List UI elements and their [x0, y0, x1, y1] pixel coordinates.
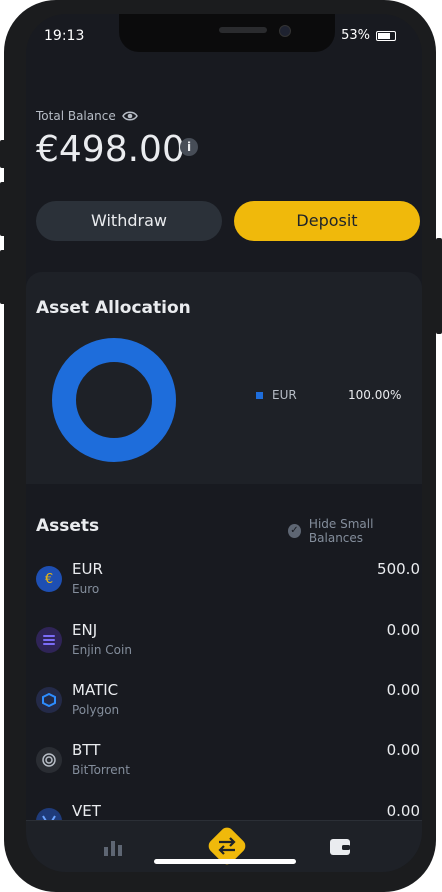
status-time: 19:13: [44, 28, 85, 44]
asset-symbol: BTT: [72, 741, 101, 759]
hide-small-balances-label: Hide Small Balances: [308, 517, 374, 545]
asset-amount: 500.0: [377, 560, 420, 578]
info-icon[interactable]: i: [180, 138, 198, 156]
asset-row-enj[interactable]: ENJ Enjin Coin 0.00: [26, 619, 422, 679]
eye-icon[interactable]: [121, 110, 138, 122]
asset-name: BitTorrent: [72, 763, 130, 777]
asset-amount: 0.00: [386, 621, 420, 639]
legend-swatch-eur: [256, 392, 263, 399]
wallet-icon[interactable]: [329, 838, 351, 856]
battery-icon: [376, 30, 396, 41]
asset-amount: 0.00: [386, 741, 420, 759]
check-icon: ✓: [288, 524, 301, 538]
asset-name: Polygon: [72, 703, 120, 717]
bottom-nav: [26, 820, 422, 872]
allocation-donut-chart: [52, 338, 176, 462]
asset-allocation-title: Asset Allocation: [36, 298, 191, 318]
asset-symbol: EUR: [72, 560, 103, 578]
camera-icon: [279, 25, 291, 37]
asset-row-btt[interactable]: BTT BitTorrent 0.00: [26, 739, 422, 799]
withdraw-button[interactable]: Withdraw: [36, 201, 222, 241]
deposit-button[interactable]: Deposit: [234, 201, 420, 241]
battery-percent: 53%: [341, 28, 370, 43]
total-balance-value: €498.00: [36, 129, 185, 170]
assets-title: Assets: [36, 516, 100, 536]
total-balance-label: Total Balance: [36, 109, 138, 123]
enj-icon: [36, 627, 62, 653]
hide-small-balances-toggle[interactable]: ✓ Hide Small Balances: [288, 517, 422, 545]
asset-amount: 0.00: [386, 802, 420, 820]
home-indicator: [154, 859, 296, 864]
total-balance-text: Total Balance: [36, 109, 116, 123]
notch: [119, 14, 335, 52]
power-button: [436, 238, 442, 334]
btt-icon: [36, 747, 62, 773]
phone-frame: 19:13 53% Total Balance €498.00 i Withdr…: [4, 0, 436, 892]
asset-name: Euro: [72, 582, 100, 596]
status-bar-right: 53%: [341, 28, 396, 43]
donut-slice-eur: [52, 338, 176, 462]
markets-icon[interactable]: [102, 837, 124, 857]
asset-symbol: VET: [72, 802, 101, 820]
asset-amount: 0.00: [386, 681, 420, 699]
euro-icon: €: [36, 566, 62, 592]
asset-row-matic[interactable]: MATIC Polygon 0.00: [26, 679, 422, 739]
matic-icon: [36, 687, 62, 713]
legend-label-eur: EUR: [272, 388, 297, 402]
asset-row-eur[interactable]: € EUR Euro 500.0: [26, 558, 422, 618]
asset-symbol: ENJ: [72, 621, 98, 639]
speaker: [219, 27, 267, 33]
legend-percent-eur: 100.00%: [348, 388, 402, 402]
asset-name: Enjin Coin: [72, 643, 132, 657]
asset-symbol: MATIC: [72, 681, 119, 699]
app-screen: 19:13 53% Total Balance €498.00 i Withdr…: [26, 14, 422, 872]
